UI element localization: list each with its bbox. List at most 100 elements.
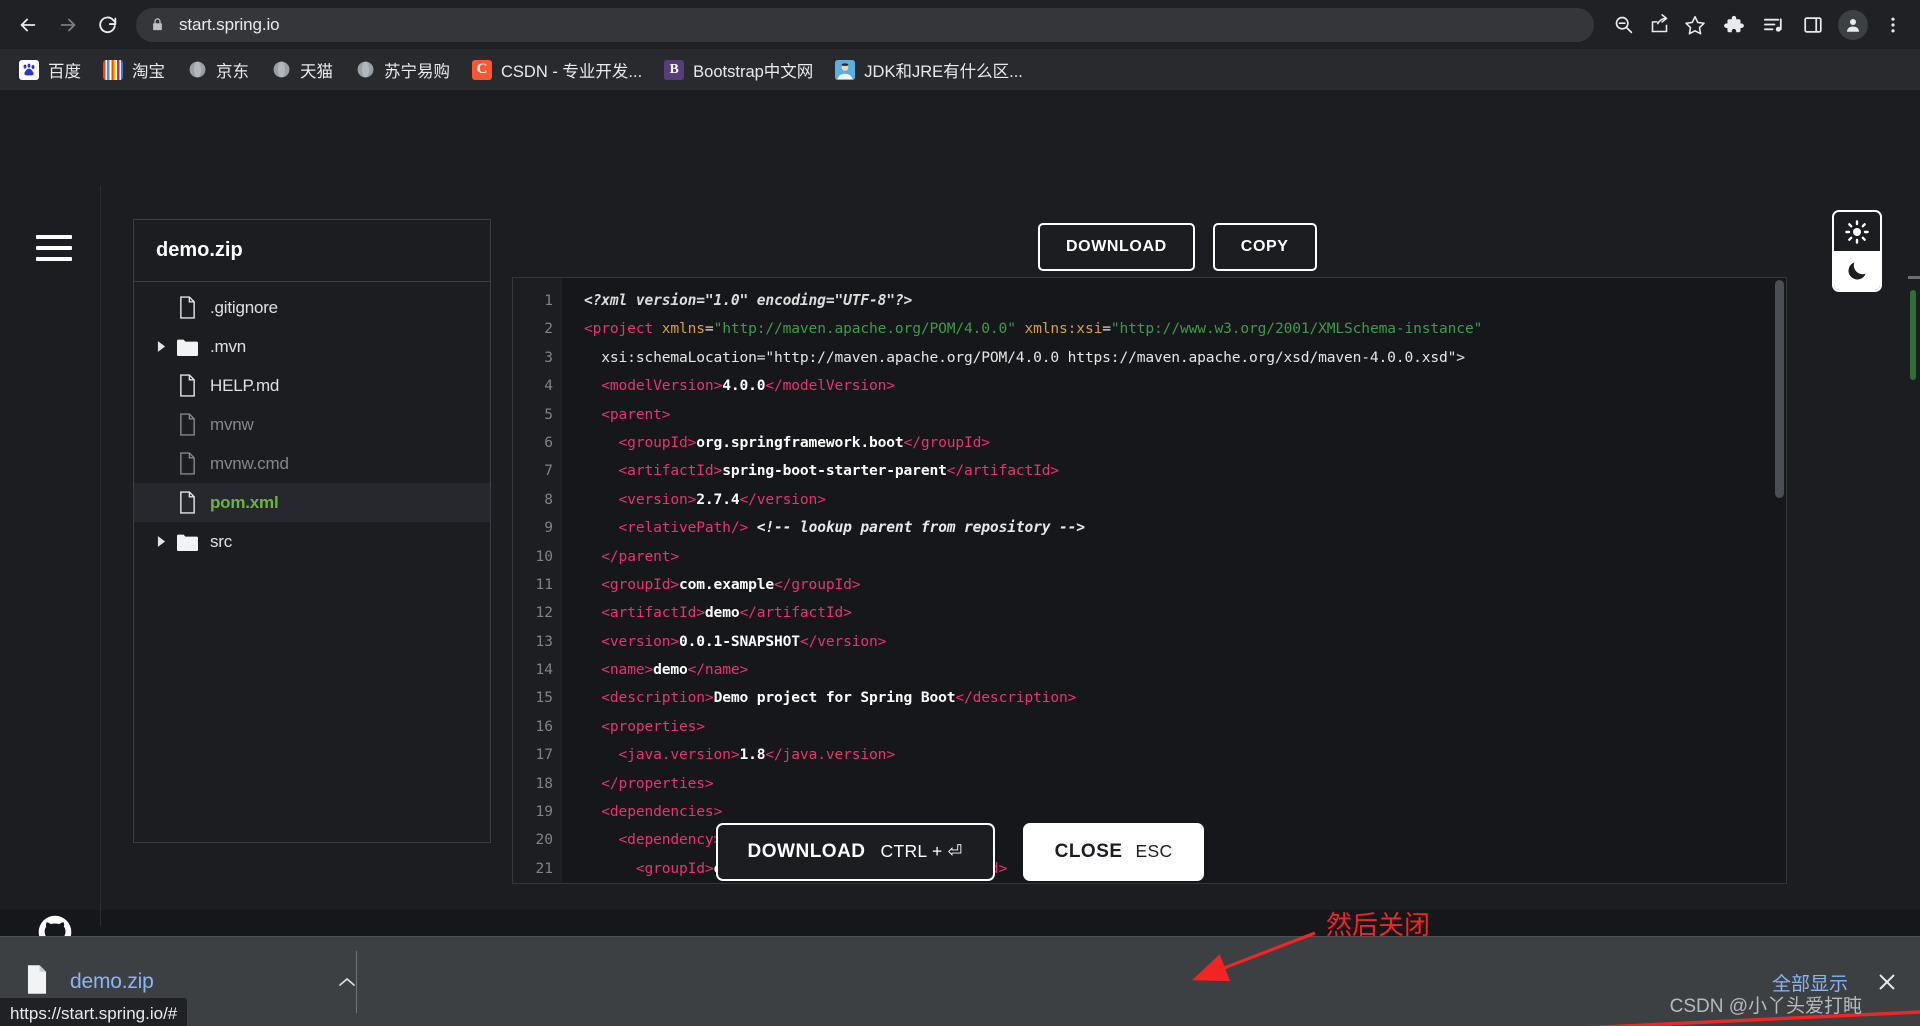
baidu-icon [19, 59, 39, 80]
code-line: <relativePath/> <!-- lookup parent from … [618, 519, 1086, 537]
copy-code-button[interactable]: COPY [1212, 223, 1317, 271]
page-scroll-marker[interactable] [1910, 290, 1916, 380]
code-line: <java.version>1.8</java.version> [618, 746, 896, 764]
scroll-tick [1908, 276, 1920, 279]
file-icon [170, 413, 204, 436]
forward-button[interactable] [50, 7, 86, 43]
theme-switch[interactable] [1832, 210, 1882, 292]
globe-icon [271, 60, 291, 80]
profile-avatar-icon[interactable] [1836, 8, 1870, 42]
line-number: 9 [544, 520, 553, 537]
chevron-right-icon[interactable] [152, 341, 170, 352]
file-tree-list: .gitignore .mvn HELP.md mvnw mvnw.cmd po… [134, 282, 490, 842]
download-button-label: DOWNLOAD [747, 841, 866, 862]
file-icon [170, 491, 204, 514]
line-number: 14 [535, 662, 553, 679]
line-number: 12 [535, 605, 553, 622]
tree-item-gitignore[interactable]: .gitignore [134, 288, 490, 327]
bookmark-star-icon[interactable] [1680, 10, 1710, 40]
browser-toolbar: start.spring.io [0, 0, 1920, 49]
bookmark-jdk-jre[interactable]: JDK和JRE有什么区... [826, 55, 1032, 85]
line-number-gutter: 1 2 3 4 5 6 7 8 9 10 11 12 13 14 15 16 17 18 19 20 21 [513, 278, 562, 883]
bookmark-csdn[interactable]: C CSDN - 专业开发... [463, 55, 651, 85]
globe-icon [355, 60, 375, 80]
tree-item-label: .gitignore [210, 297, 278, 317]
download-button[interactable]: DOWNLOAD CTRL + ⏎ [715, 823, 995, 881]
download-file-name: demo.zip [70, 969, 154, 993]
folder-icon [170, 338, 204, 356]
extensions-puzzle-icon[interactable] [1716, 8, 1750, 42]
bookmark-label: 百度 [48, 62, 81, 81]
bookmark-label: JDK和JRE有什么区... [864, 62, 1023, 81]
code-content[interactable]: <?xml version="1.0" encoding="UTF-8"?> <p… [562, 278, 1786, 883]
code-line: <version>0.0.1-SNAPSHOT</version> [601, 632, 887, 650]
bookmark-baidu[interactable]: 百度 [10, 55, 90, 85]
code-line: <groupId>org.springframework.boot</group… [618, 433, 991, 451]
line-number: 8 [544, 491, 553, 508]
line-number: 1 [544, 293, 553, 309]
tree-item-mvn[interactable]: .mvn [134, 327, 490, 366]
download-shortcut-hint: CTRL + ⏎ [880, 841, 963, 861]
code-line: <properties> [601, 717, 705, 735]
code-line: <groupId>com.example</groupId> [601, 575, 861, 593]
code-scrollbar[interactable] [1775, 280, 1784, 883]
tree-item-label: mvnw.cmd [210, 453, 289, 473]
reload-button[interactable] [90, 7, 126, 43]
download-item[interactable]: demo.zip [24, 964, 360, 1000]
line-number: 3 [544, 349, 553, 366]
line-number: 6 [544, 434, 553, 451]
hamburger-menu-icon[interactable] [36, 235, 72, 261]
tree-item-pom-xml[interactable]: pom.xml [134, 483, 490, 522]
code-line: <?xml version="1.0" encoding="UTF-8"?> [584, 292, 913, 309]
close-shortcut-hint: ESC [1135, 841, 1173, 861]
tree-item-help-md[interactable]: HELP.md [134, 366, 490, 405]
download-shelf: demo.zip 全部显示 [0, 936, 1920, 1026]
code-action-bar: DOWNLOAD COPY [1038, 223, 1317, 271]
chevron-right-icon[interactable] [152, 536, 170, 547]
file-icon [170, 296, 204, 319]
document-icon [24, 964, 50, 1000]
file-explorer: demo.zip .gitignore .mvn HELP.md mvnw mv… [133, 219, 491, 843]
line-number: 5 [544, 406, 553, 423]
code-line: <description>Demo project for Spring Boo… [601, 689, 1077, 707]
bookmark-suning[interactable]: 苏宁易购 [346, 55, 459, 85]
line-number: 15 [535, 690, 553, 707]
left-rail [0, 90, 100, 988]
media-playlist-icon[interactable] [1756, 8, 1790, 42]
close-button[interactable]: CLOSE ESC [1022, 823, 1205, 881]
tree-item-label: pom.xml [210, 492, 279, 512]
code-line: <modelVersion>4.0.0</modelVersion> [601, 377, 895, 395]
sun-icon[interactable] [1834, 212, 1880, 251]
tree-item-label: .mvn [210, 336, 247, 356]
code-line: <name>demo</name> [601, 661, 749, 679]
tree-item-mvnw-cmd[interactable]: mvnw.cmd [134, 444, 490, 483]
zoom-out-icon[interactable] [1608, 10, 1638, 40]
side-panel-icon[interactable] [1796, 8, 1830, 42]
bookmark-bootstrap[interactable]: B Bootstrap中文网 [655, 55, 822, 85]
share-modal: demo.zip .gitignore .mvn HELP.md mvnw mv… [0, 90, 1920, 988]
address-bar[interactable]: start.spring.io [136, 7, 1594, 42]
tree-item-src[interactable]: src [134, 522, 490, 561]
back-button[interactable] [10, 7, 46, 43]
line-number: 2 [544, 321, 553, 338]
bookmark-tmall[interactable]: 天猫 [262, 55, 342, 85]
code-scrollbar-thumb[interactable] [1775, 280, 1784, 498]
bookmark-label: 天猫 [300, 62, 333, 81]
moon-icon[interactable] [1834, 251, 1880, 290]
bookmarks-bar: 百度 淘宝 京东 天猫 苏宁易购 C CSDN - 专业开发... B Boot… [0, 49, 1920, 90]
bootstrap-icon: B [664, 59, 685, 80]
close-icon[interactable] [1874, 969, 1900, 995]
bookmark-label: CSDN - 专业开发... [501, 62, 643, 81]
globe-icon [187, 60, 207, 80]
download-code-button[interactable]: DOWNLOAD [1038, 223, 1195, 271]
code-line: <artifactId>demo</artifactId> [601, 604, 852, 622]
code-line: <version>2.7.4</version> [618, 490, 826, 508]
page-content: demo.zip .gitignore .mvn HELP.md mvnw mv… [0, 90, 1920, 1026]
bookmark-taobao[interactable]: 淘宝 [94, 55, 174, 85]
file-icon [170, 452, 204, 475]
tree-item-mvnw[interactable]: mvnw [134, 405, 490, 444]
bookmark-jd[interactable]: 京东 [178, 55, 258, 85]
bookmark-label: 苏宁易购 [384, 62, 450, 81]
chrome-menu-icon[interactable] [1876, 8, 1910, 42]
share-icon[interactable] [1644, 10, 1674, 40]
